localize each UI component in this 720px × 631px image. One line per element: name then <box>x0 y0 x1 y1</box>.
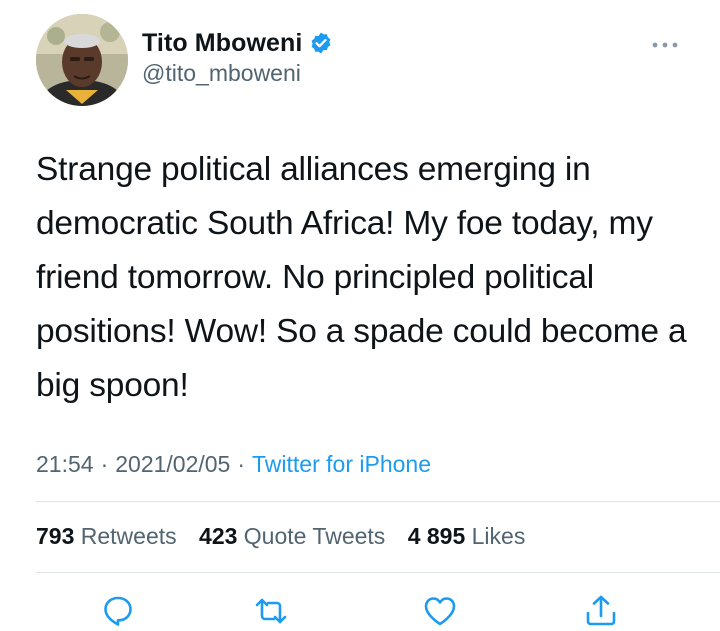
display-name[interactable]: Tito Mboweni <box>142 29 302 58</box>
avatar[interactable] <box>36 14 128 106</box>
share-icon[interactable] <box>582 592 620 630</box>
tweet-stats: 793 Retweets 423 Quote Tweets 4 895 Like… <box>36 523 541 550</box>
tweet-header: Tito Mboweni @tito_mboweni <box>36 14 686 108</box>
divider <box>36 501 720 502</box>
likes-label: Likes <box>471 523 526 549</box>
divider <box>36 572 720 573</box>
action-bar <box>0 590 720 631</box>
tweet-meta: 21:54 · 2021/02/05 · Twitter for iPhone <box>36 451 431 478</box>
likes-stat[interactable]: 4 895 Likes <box>408 523 526 549</box>
tweet-text: Strange political alliances emerging in … <box>36 151 687 404</box>
display-name-row: Tito Mboweni <box>142 28 333 58</box>
quote-tweets-count: 423 <box>199 523 238 549</box>
tweet-time[interactable]: 21:54 <box>36 451 94 477</box>
retweet-icon[interactable] <box>252 592 290 630</box>
retweets-count: 793 <box>36 523 75 549</box>
likes-count: 4 895 <box>407 523 466 549</box>
meta-separator: · <box>100 451 109 477</box>
retweets-label: Retweets <box>80 523 177 549</box>
tweet-source-link[interactable]: Twitter for iPhone <box>252 451 431 477</box>
quote-tweets-label: Quote Tweets <box>243 523 386 549</box>
author-info: Tito Mboweni @tito_mboweni <box>142 28 333 87</box>
meta-separator: · <box>237 451 246 477</box>
handle[interactable]: @tito_mboweni <box>142 60 333 87</box>
retweets-stat[interactable]: 793 Retweets <box>36 523 177 549</box>
quote-tweets-stat[interactable]: 423 Quote Tweets <box>199 523 385 549</box>
reply-icon[interactable] <box>99 592 137 630</box>
like-icon[interactable] <box>421 592 459 630</box>
tweet-date[interactable]: 2021/02/05 <box>115 451 230 477</box>
more-icon[interactable] <box>650 38 680 52</box>
tweet-card: Tito Mboweni @tito_mboweni Strange polit… <box>0 0 720 631</box>
verified-badge-icon <box>309 31 333 55</box>
